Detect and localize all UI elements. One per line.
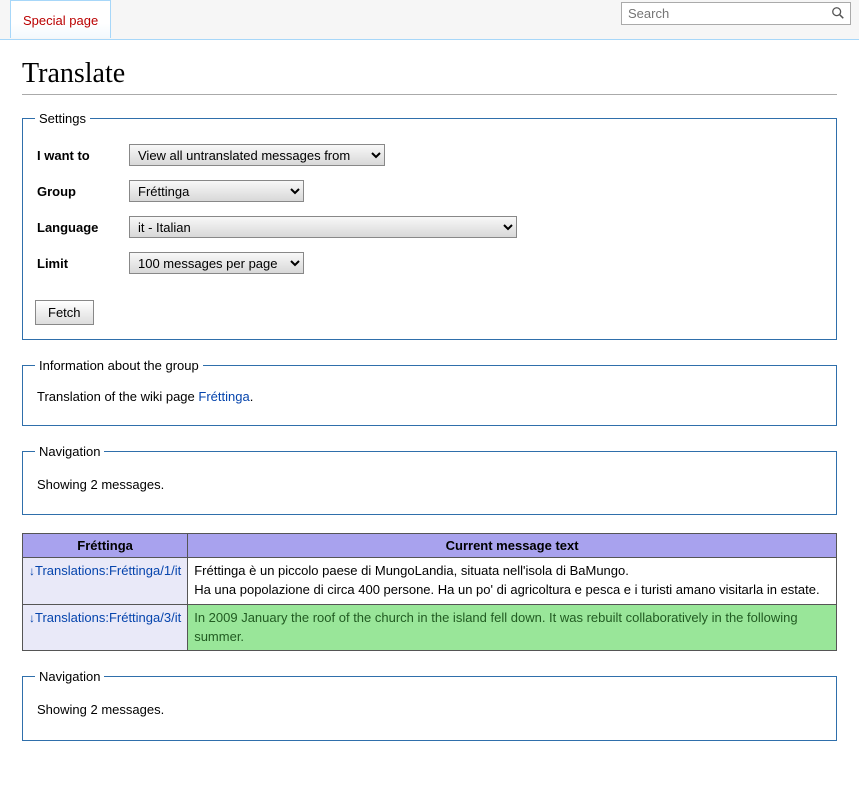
groupinfo-legend: Information about the group <box>35 358 203 373</box>
select-group[interactable]: Fréttinga <box>129 180 304 202</box>
navigation-text: Showing 2 messages. <box>35 694 824 726</box>
message-link-cell: ↓Translations:Fréttinga/3/it <box>23 604 188 651</box>
label-language: Language <box>37 210 127 244</box>
search-input[interactable] <box>621 2 851 25</box>
navigation-legend: Navigation <box>35 669 104 684</box>
groupinfo-text: Translation of the wiki page Fréttinga. <box>35 383 824 411</box>
table-row: ↓Translations:Fréttinga/3/itIn 2009 Janu… <box>23 604 837 651</box>
tab-label: Special page <box>23 13 98 28</box>
top-bar: Special page <box>0 0 859 40</box>
label-limit: Limit <box>37 246 127 280</box>
table-header-group: Fréttinga <box>23 534 188 558</box>
message-link[interactable]: Translations:Fréttinga/3/it <box>35 610 181 625</box>
select-limit[interactable]: 100 messages per page <box>129 252 304 274</box>
message-link[interactable]: Translations:Fréttinga/1/it <box>35 563 181 578</box>
table-row: ↓Translations:Fréttinga/1/itFréttinga è … <box>23 558 837 605</box>
navigation-legend: Navigation <box>35 444 104 459</box>
message-text-cell: In 2009 January the roof of the church i… <box>188 604 837 651</box>
search-box <box>621 2 851 25</box>
message-link-cell: ↓Translations:Fréttinga/1/it <box>23 558 188 605</box>
label-iwant: I want to <box>37 138 127 172</box>
settings-fieldset: Settings I want to View all untranslated… <box>22 111 837 340</box>
label-group: Group <box>37 174 127 208</box>
groupinfo-fieldset: Information about the group Translation … <box>22 358 837 426</box>
select-iwant[interactable]: View all untranslated messages from <box>129 144 385 166</box>
groupinfo-link[interactable]: Fréttinga <box>198 389 249 404</box>
content-area: Translate Settings I want to View all un… <box>0 40 859 789</box>
message-text-cell: Fréttinga è un piccolo paese di MungoLan… <box>188 558 837 605</box>
tab-special-page[interactable]: Special page <box>10 0 111 38</box>
messages-table: Fréttinga Current message text ↓Translat… <box>22 533 837 651</box>
table-header-message: Current message text <box>188 534 837 558</box>
select-language[interactable]: it - Italian <box>129 216 517 238</box>
fetch-button[interactable]: Fetch <box>35 300 94 325</box>
page-title: Translate <box>22 58 837 95</box>
settings-legend: Settings <box>35 111 90 126</box>
navigation-text: Showing 2 messages. <box>35 469 824 501</box>
navigation-bottom-fieldset: Navigation Showing 2 messages. <box>22 669 837 741</box>
navigation-top-fieldset: Navigation Showing 2 messages. <box>22 444 837 516</box>
